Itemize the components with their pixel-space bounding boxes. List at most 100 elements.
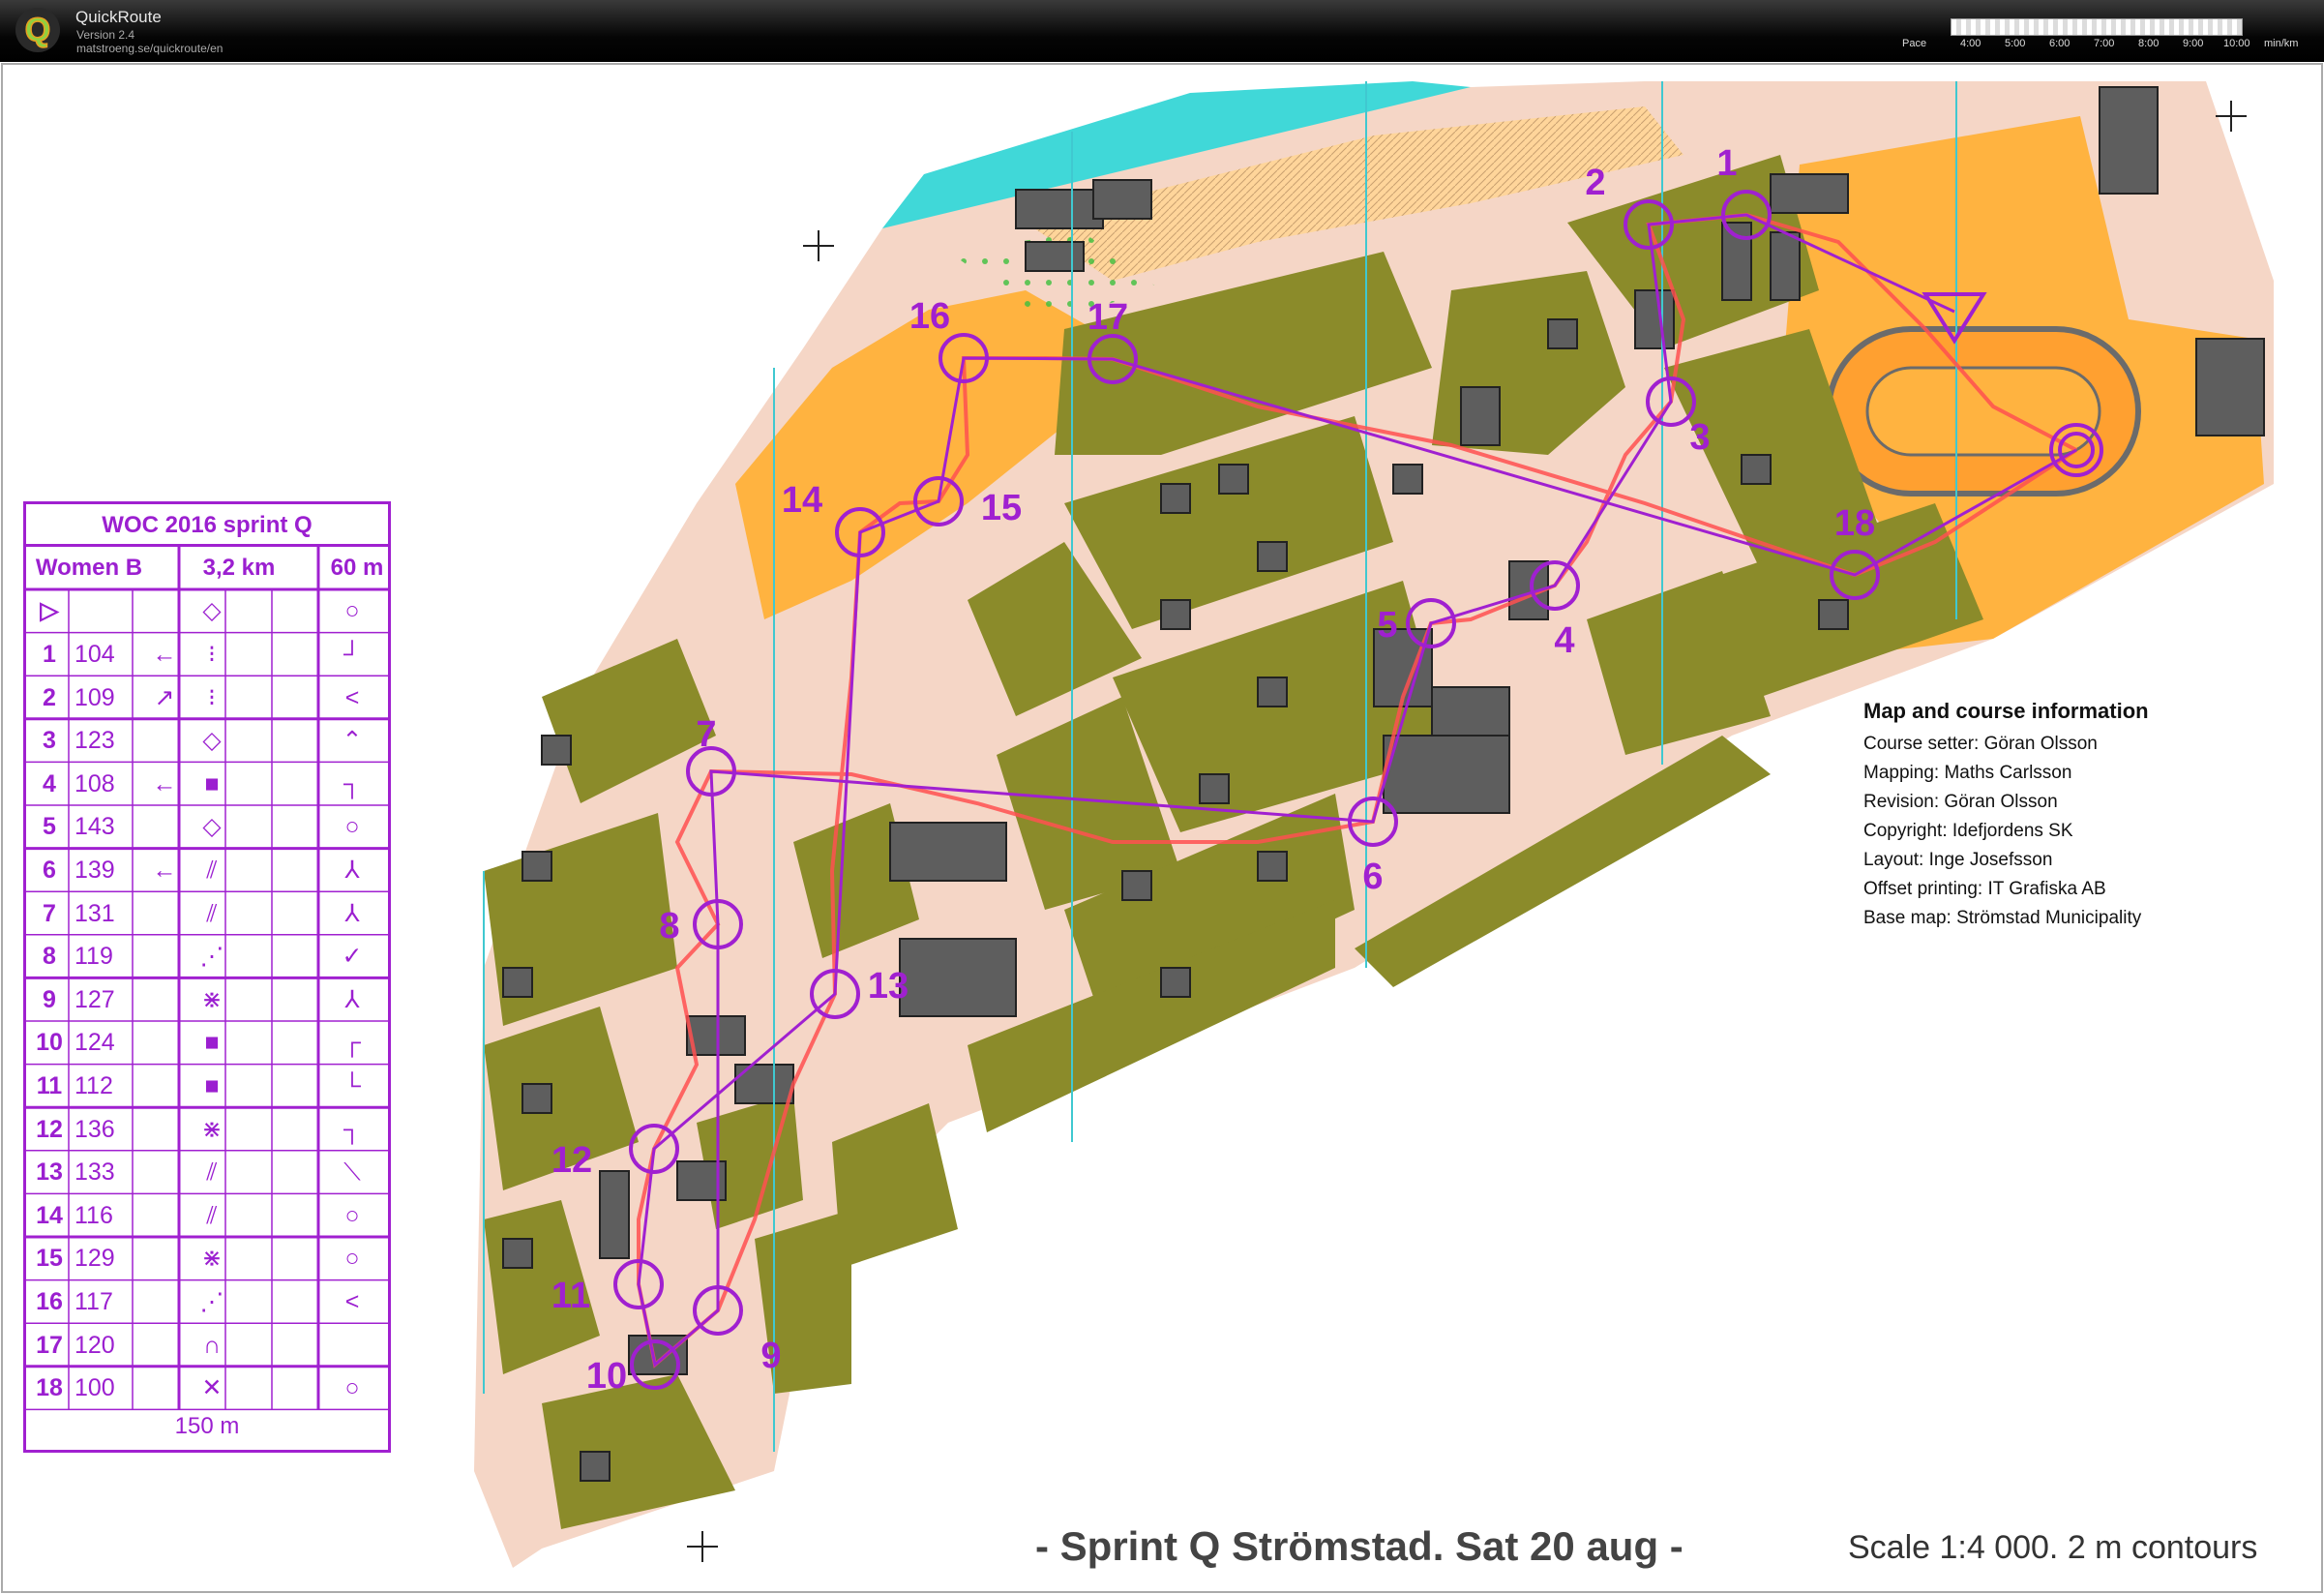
location-symbol: <	[344, 1288, 360, 1315]
description-row: 7 131 ⫽ ⅄	[26, 892, 388, 936]
app-version: Version 2.4	[76, 28, 135, 42]
feature-symbol: ■	[204, 769, 220, 797]
control-number: 2	[43, 683, 56, 711]
quickroute-logo-icon: Q	[15, 8, 60, 52]
description-row: 3 123 ◇ ⌃	[26, 719, 388, 763]
location-symbol: ┘	[343, 641, 361, 668]
description-row: 13 133 ⫽ ⟍	[26, 1151, 388, 1194]
feature-symbol: ⫽	[206, 857, 218, 884]
pace-tick: 6:00	[2049, 38, 2071, 49]
description-row: 17 120 ∩	[26, 1324, 388, 1368]
description-row: 10 124 ■ ┌	[26, 1021, 388, 1065]
feature-symbol: ⁝	[208, 683, 216, 711]
control-code: 104	[74, 641, 115, 668]
control-code: 133	[74, 1158, 115, 1187]
direction-symbol: ↗	[154, 683, 175, 711]
description-row: 15 129 ⋇ ○	[26, 1237, 388, 1280]
control-number-label: 17	[1088, 297, 1128, 338]
info-line: Revision: Göran Olsson	[1863, 792, 2058, 812]
description-row: 11 112 ■ └	[26, 1065, 388, 1108]
app-url-link[interactable]: matstroeng.se/quickroute/en	[76, 42, 223, 55]
direction-symbol	[148, 1324, 181, 1368]
description-row: 16 117 ⋰ <	[26, 1280, 388, 1324]
control-number-label: 5	[1377, 605, 1397, 646]
feature-symbol: ⋰	[199, 943, 224, 971]
direction-symbol	[148, 892, 181, 936]
control-number: 14	[36, 1201, 63, 1229]
control-number: 6	[43, 857, 56, 884]
location-symbol: ⌃	[342, 727, 363, 755]
direction-symbol	[148, 805, 181, 849]
feature-symbol: ⋇	[201, 1115, 223, 1143]
feature-symbol: ⋇	[201, 985, 223, 1013]
feature-symbol: ■	[204, 1072, 220, 1099]
control-code: 109	[74, 683, 115, 711]
location-symbol: ✓	[342, 943, 363, 971]
info-heading: Map and course information	[1863, 699, 2149, 723]
feature-symbol: ⫽	[206, 1201, 218, 1229]
control-number-label: 2	[1585, 163, 1605, 203]
description-title: WOC 2016 sprint Q	[26, 504, 388, 547]
pace-color-scale	[1951, 18, 2243, 36]
location-symbol: └	[343, 1072, 361, 1099]
finish-distance: 150 m	[174, 1413, 240, 1439]
direction-symbol	[148, 1108, 181, 1152]
control-code: 131	[74, 899, 115, 927]
pace-tick: 4:00	[1960, 38, 1981, 49]
feature-symbol: ■	[204, 1029, 220, 1057]
control-number: 8	[43, 943, 56, 971]
pace-label: Pace	[1902, 38, 1927, 49]
control-number: 7	[43, 899, 56, 927]
location-symbol	[336, 1324, 369, 1368]
control-number: 10	[36, 1029, 63, 1057]
feature-symbol: ⁝	[208, 641, 216, 668]
control-code: 136	[74, 1115, 115, 1143]
info-line: Copyright: Idefjordens SK	[1863, 821, 2073, 841]
direction-symbol	[148, 1280, 181, 1324]
pace-tick: 10:00	[2223, 38, 2250, 49]
location-symbol: ⟍	[343, 1158, 361, 1187]
control-code: 124	[74, 1029, 115, 1057]
start-location: ○	[344, 597, 360, 624]
direction-symbol	[148, 1065, 181, 1108]
control-number-label: 7	[696, 714, 716, 755]
direction-symbol	[148, 1237, 181, 1280]
control-code: 143	[74, 813, 115, 841]
location-symbol: ┐	[343, 769, 361, 797]
feature-symbol: ⋇	[201, 1245, 223, 1273]
control-number: 16	[36, 1288, 63, 1315]
description-start-row: ▷ ◇ ○	[26, 589, 388, 633]
control-number-label: 16	[909, 296, 950, 337]
pace-tick: 7:00	[2094, 38, 2115, 49]
control-number-label: 3	[1689, 417, 1710, 458]
control-number-label: 12	[551, 1140, 592, 1181]
direction-symbol	[148, 1021, 181, 1065]
control-number: 15	[36, 1245, 63, 1273]
start-symbol: ▷	[40, 597, 59, 624]
control-number-label: 9	[760, 1336, 781, 1376]
description-row: 12 136 ⋇ ┐	[26, 1108, 388, 1152]
map-scale-text: Scale 1:4 000. 2 m contours	[1848, 1529, 2258, 1566]
control-code: 116	[74, 1201, 113, 1229]
direction-symbol: ←	[152, 641, 177, 668]
control-number-label: 10	[586, 1356, 627, 1397]
app-name: QuickRoute	[75, 8, 162, 26]
control-number: 13	[36, 1158, 63, 1187]
feature-symbol: ⋰	[199, 1288, 224, 1315]
control-number: 17	[36, 1331, 63, 1359]
pace-tick: 5:00	[2005, 38, 2026, 49]
control-code: 119	[74, 943, 113, 971]
description-row: 6 139 ← ⫽ ⅄	[26, 849, 388, 892]
info-line: Course setter: Göran Olsson	[1863, 734, 2098, 754]
location-symbol: ⅄	[344, 857, 360, 884]
pace-tick: 9:00	[2183, 38, 2204, 49]
event-title: - Sprint Q Strömstad. Sat 20 aug -	[1035, 1523, 1683, 1569]
description-row: 14 116 ⫽ ○	[26, 1194, 388, 1238]
direction-symbol	[148, 978, 181, 1022]
location-symbol: ○	[344, 1245, 360, 1273]
description-row: 8 119 ⋰ ✓	[26, 935, 388, 978]
location-symbol: ┐	[343, 1115, 361, 1143]
app-toolbar: Q QuickRoute Version 2.4 matstroeng.se/q…	[0, 0, 2324, 62]
control-number: 11	[36, 1072, 63, 1099]
control-code: 127	[74, 985, 115, 1013]
